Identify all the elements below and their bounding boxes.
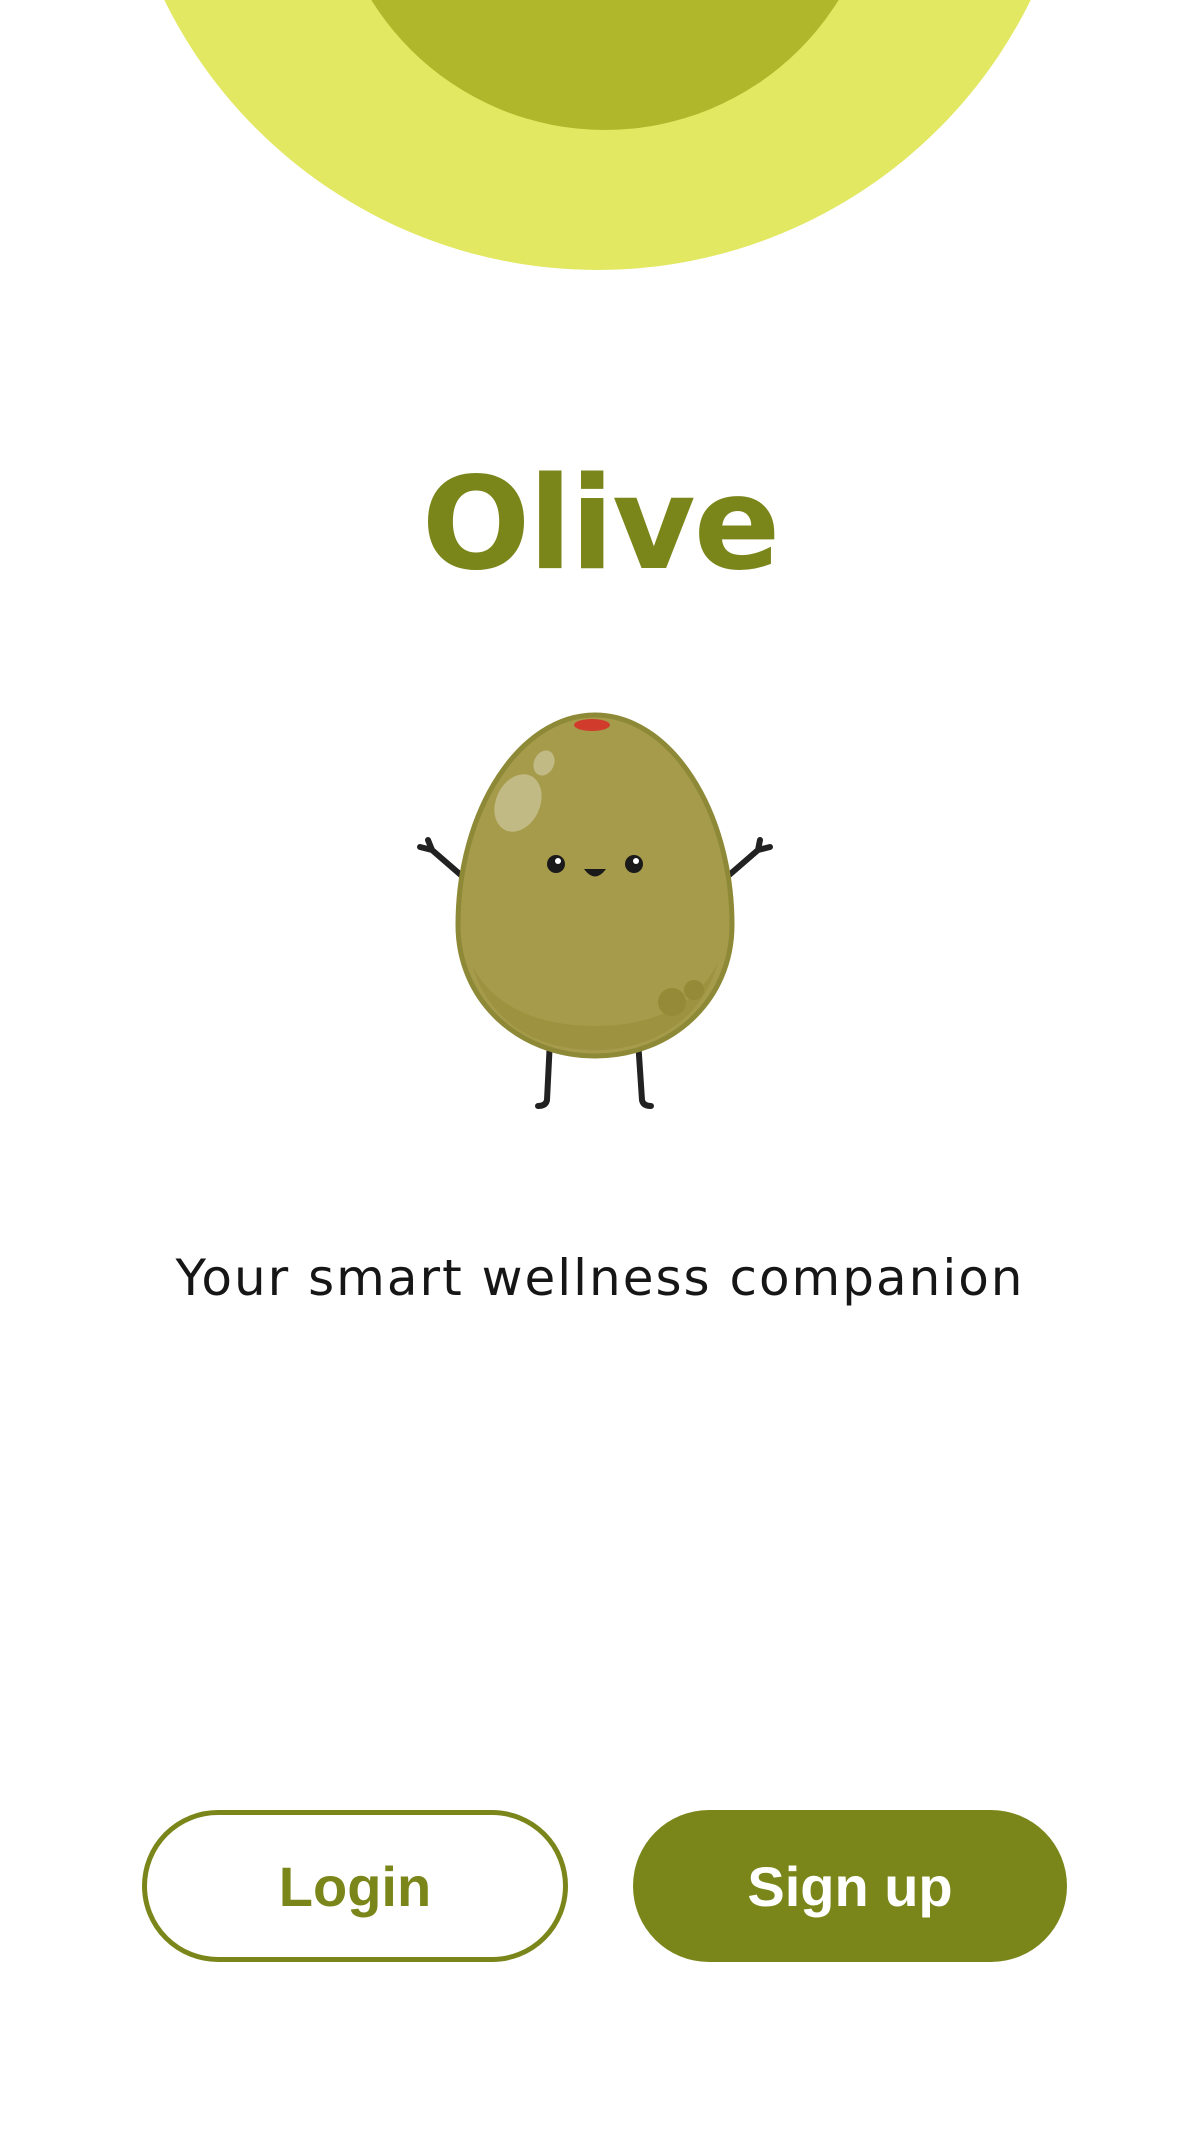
olive-mascot-icon: [417, 712, 773, 1109]
signup-button[interactable]: Sign up: [633, 1810, 1067, 1962]
app-tagline: Your smart wellness companion: [175, 1249, 1025, 1307]
welcome-screen: Olive Your smart wellness companion Logi…: [0, 0, 1200, 2134]
login-button[interactable]: Login: [142, 1810, 568, 1962]
app-title: Olive: [421, 450, 781, 599]
